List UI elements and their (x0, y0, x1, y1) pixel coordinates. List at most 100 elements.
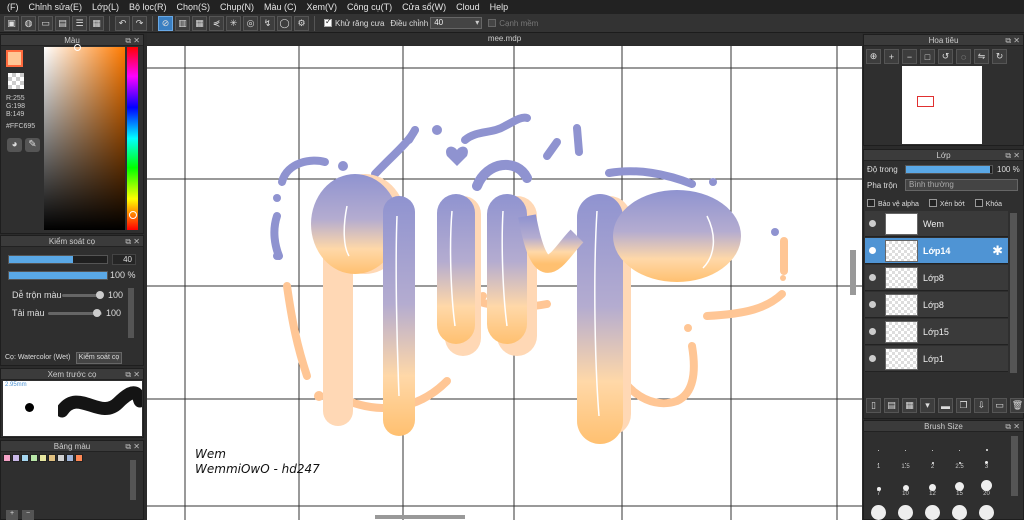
layers-scrollbar[interactable] (1010, 213, 1017, 373)
layer-row[interactable]: Lớp15 (865, 319, 1008, 345)
duplicate-layer-icon[interactable]: ❐ (956, 398, 971, 413)
menu-tools[interactable]: Công cụ(T) (342, 0, 397, 14)
panel-close-icon[interactable]: ⧉ ✕ (125, 236, 140, 247)
mix-slider-handle[interactable] (96, 291, 104, 299)
brush-size-preset[interactable]: 12 (920, 473, 945, 497)
palette-swatch[interactable] (3, 454, 11, 462)
eye-icon[interactable] (869, 247, 876, 254)
brush-control-scrollbar[interactable] (128, 288, 134, 338)
undo-icon[interactable]: ↶ (115, 15, 130, 31)
eye-icon[interactable] (869, 220, 876, 227)
grid-icon[interactable]: ▦ (89, 15, 104, 31)
redo-icon[interactable]: ↷ (132, 15, 147, 31)
drawing-canvas[interactable]: Wem WemmiOwO - hd247 (147, 46, 862, 520)
palette-swatch[interactable] (66, 454, 74, 462)
brush-size-value[interactable]: 40 (112, 254, 136, 265)
brush-size-preset[interactable]: 1.5 (893, 452, 918, 470)
background-color-swatch[interactable] (8, 73, 24, 89)
panel-close-icon[interactable]: ⧉ ✕ (1005, 421, 1020, 432)
rotate-right-icon[interactable]: ↻ (992, 49, 1007, 64)
brush-size-preset[interactable]: 10 (893, 473, 918, 497)
protect-alpha-option[interactable]: Bảo vệ alpha (867, 198, 919, 208)
layer-opacity-bar[interactable] (905, 165, 993, 174)
navigator-thumbnail[interactable] (902, 66, 982, 144)
palette-swatch[interactable] (48, 454, 56, 462)
layer-row-selected[interactable]: Lớp14 ✱ (865, 238, 1008, 264)
page-icon[interactable]: ▤ (55, 15, 70, 31)
reload-slider-handle[interactable] (93, 309, 101, 317)
palette-delete-icon[interactable]: − (22, 510, 34, 520)
delete-layer-icon[interactable]: 🗑 (1010, 398, 1024, 413)
soft-edge-checkbox[interactable] (488, 19, 497, 27)
document-tab[interactable]: mee.mdp (147, 33, 862, 45)
zoom-actual-icon[interactable]: □ (920, 49, 935, 64)
navigator-viewport[interactable] (917, 96, 934, 107)
zoom-fit-icon[interactable]: ⊕ (866, 49, 881, 64)
clip-checkbox[interactable] (928, 199, 937, 207)
radial-snap-icon[interactable]: ✳ (226, 15, 241, 31)
sv-cursor-icon[interactable] (74, 44, 81, 51)
menu-cloud[interactable]: Cloud (451, 0, 485, 14)
hue-cursor-icon[interactable] (129, 211, 137, 219)
brush-size-preset[interactable] (920, 433, 945, 451)
layer-row[interactable]: Lớp8 (865, 292, 1008, 318)
zoom-in-icon[interactable]: + (884, 49, 899, 64)
adjust-dropdown[interactable]: 40 (430, 17, 483, 29)
foreground-color-swatch[interactable] (6, 50, 23, 67)
soft-edge-option[interactable]: Cạnh mềm (488, 18, 538, 28)
protect-alpha-checkbox[interactable] (867, 199, 875, 207)
clip-option[interactable]: Xén bớt (928, 198, 965, 208)
panel-close-icon[interactable]: ⧉ ✕ (125, 441, 140, 452)
panel-close-icon[interactable]: ⧉ ✕ (125, 369, 140, 380)
palette-add-icon[interactable]: + (6, 510, 18, 520)
eye-icon[interactable] (869, 355, 876, 362)
panel-close-icon[interactable]: ⧉ ✕ (1005, 35, 1020, 46)
brush-size-preset[interactable] (947, 503, 972, 520)
menu-file[interactable]: (F) (2, 0, 24, 14)
palette-swatch[interactable] (39, 454, 47, 462)
rotate-left-icon[interactable]: ↺ (938, 49, 953, 64)
eye-icon[interactable] (869, 274, 876, 281)
brush-size-preset[interactable] (974, 503, 999, 520)
brush-size-preset[interactable] (974, 433, 999, 451)
comment-icon[interactable]: ▭ (38, 15, 53, 31)
menu-filter[interactable]: Bộ lọc(R) (124, 0, 172, 14)
eye-icon[interactable] (869, 301, 876, 308)
rotate-reset-icon[interactable]: ◌ (956, 49, 971, 64)
menu-help[interactable]: Help (485, 0, 514, 14)
color-sv-picker[interactable] (44, 47, 125, 230)
folder-icon[interactable]: ▬ (938, 398, 953, 413)
cross-snap-icon[interactable]: ▦ (192, 15, 207, 31)
menu-capture[interactable]: Chụp(N) (215, 0, 259, 14)
blend-dropdown[interactable]: Bình thường (905, 179, 1018, 191)
canvas-vertical-scrollbar[interactable] (850, 250, 856, 295)
new-layer-icon[interactable]: ▯ (866, 398, 881, 413)
eye-icon[interactable] (869, 328, 876, 335)
brush-opacity-bar[interactable] (8, 271, 108, 280)
palette-picker-icon[interactable]: ◕ (7, 138, 22, 152)
menu-window[interactable]: Cửa sổ(W) (397, 0, 451, 14)
layer-row[interactable]: Wem (865, 211, 1008, 237)
brush-size-preset[interactable]: 1 (866, 452, 891, 470)
ellipse-icon[interactable]: ◯ (277, 15, 292, 31)
no-snap-icon[interactable]: ⊘ (158, 15, 173, 31)
brush-size-preset[interactable]: 3 (974, 452, 999, 470)
layer-row[interactable]: Lớp8 (865, 265, 1008, 291)
palette-swatch[interactable] (75, 454, 83, 462)
menu-edit[interactable]: Chỉnh sửa(E) (24, 0, 88, 14)
palette-swatch[interactable] (30, 454, 38, 462)
brush-size-scrollbar[interactable] (1011, 436, 1018, 496)
layer-settings-gear-icon[interactable]: ✱ (992, 243, 1003, 259)
brush-size-preset[interactable] (947, 433, 972, 451)
hue-slider[interactable] (127, 47, 138, 230)
tab-brush-control[interactable]: Kiểm soát cọ (76, 352, 122, 364)
brush-size-preset[interactable] (893, 503, 918, 520)
brush-size-preset[interactable]: 2.5 (947, 452, 972, 470)
circle-snap-icon[interactable]: ◎ (243, 15, 258, 31)
clear-layer-icon[interactable]: ▭ (992, 398, 1007, 413)
settings-icon[interactable]: ⚙ (294, 15, 309, 31)
palette-swatch[interactable] (57, 454, 65, 462)
save-icon[interactable]: ▣ (4, 15, 19, 31)
add-menu-icon[interactable]: ▾ (920, 398, 935, 413)
menu-layer[interactable]: Lớp(L) (87, 0, 124, 14)
